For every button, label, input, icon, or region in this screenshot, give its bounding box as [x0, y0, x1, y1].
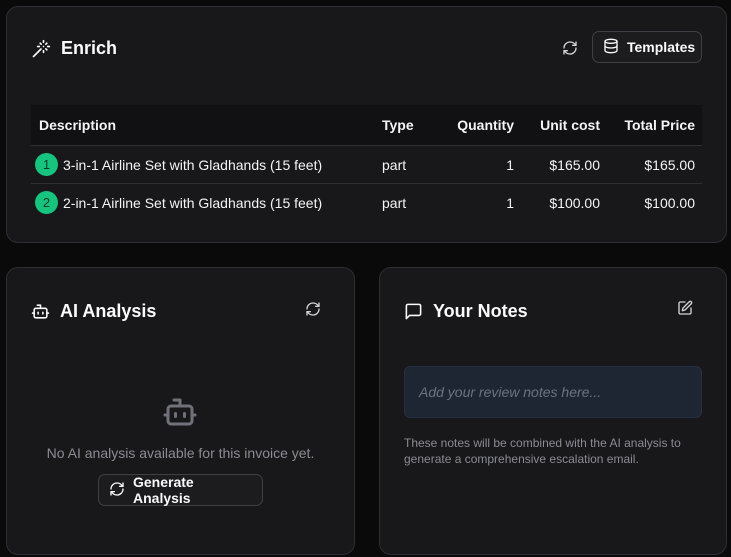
bot-icon	[31, 302, 50, 321]
edit-icon	[677, 300, 693, 321]
quantity-cell: 1	[506, 156, 514, 173]
table-row[interactable]: 1 3-in-1 Airline Set with Gladhands (15 …	[31, 146, 702, 184]
description-text: 3-in-1 Airline Set with Gladhands (15 fe…	[63, 156, 323, 173]
table-row[interactable]: 2 2-in-1 Airline Set with Gladhands (15 …	[31, 184, 702, 221]
unit-cost-cell: $165.00	[549, 156, 600, 173]
notes-title: Your Notes	[433, 301, 528, 321]
description-cell: 2 2-in-1 Airline Set with Gladhands (15 …	[31, 191, 382, 214]
refresh-icon	[109, 481, 125, 500]
notes-input[interactable]: Add your review notes here...	[404, 366, 702, 418]
col-unit-cost: Unit cost	[540, 117, 600, 133]
unit-cost-cell: $100.00	[549, 194, 600, 211]
notes-placeholder: Add your review notes here...	[419, 384, 602, 400]
notes-card: Your Notes Add your review notes here...…	[379, 267, 727, 555]
table-header: Description Type Quantity Unit cost Tota…	[31, 105, 702, 146]
description-text: 2-in-1 Airline Set with Gladhands (15 fe…	[63, 194, 323, 211]
col-type: Type	[382, 117, 414, 133]
regenerate-button[interactable]	[301, 299, 325, 323]
database-icon	[603, 38, 619, 57]
type-cell: part	[382, 156, 407, 173]
bot-icon	[162, 394, 198, 435]
templates-label: Templates	[627, 39, 696, 55]
total-price-cell: $100.00	[644, 194, 695, 211]
notes-help-text: These notes will be combined with the AI…	[404, 436, 681, 466]
refresh-button[interactable]	[558, 38, 582, 62]
empty-state-text: No AI analysis available for this invoic…	[46, 445, 315, 461]
row-number-badge: 1	[35, 153, 58, 176]
message-square-icon	[404, 302, 423, 321]
enrich-card: Enrich Templates Description Type Quanti…	[6, 6, 727, 243]
refresh-icon	[562, 40, 578, 61]
refresh-icon	[305, 301, 321, 322]
enrich-title: Enrich	[61, 38, 118, 58]
col-quantity: Quantity	[457, 117, 514, 133]
magic-wand-icon	[31, 39, 51, 59]
ai-analysis-title: AI Analysis	[60, 301, 157, 321]
generate-analysis-label: Generate Analysis	[133, 474, 194, 506]
col-description: Description	[39, 117, 117, 133]
col-total-price: Total Price	[624, 117, 695, 133]
ai-analysis-header: AI Analysis	[31, 301, 156, 322]
generate-analysis-button[interactable]: Generate Analysis	[98, 474, 263, 506]
line-items-table: Description Type Quantity Unit cost Tota…	[31, 105, 702, 221]
enrich-header: Enrich	[31, 38, 117, 59]
edit-notes-button[interactable]	[673, 298, 697, 322]
total-price-cell: $165.00	[644, 156, 695, 173]
quantity-cell: 1	[506, 194, 514, 211]
notes-header: Your Notes	[404, 301, 528, 322]
ai-analysis-card: AI Analysis No AI analysis available for…	[6, 267, 355, 555]
description-cell: 1 3-in-1 Airline Set with Gladhands (15 …	[31, 153, 382, 176]
templates-button[interactable]: Templates	[592, 31, 702, 63]
row-number-badge: 2	[35, 191, 58, 214]
type-cell: part	[382, 194, 407, 211]
